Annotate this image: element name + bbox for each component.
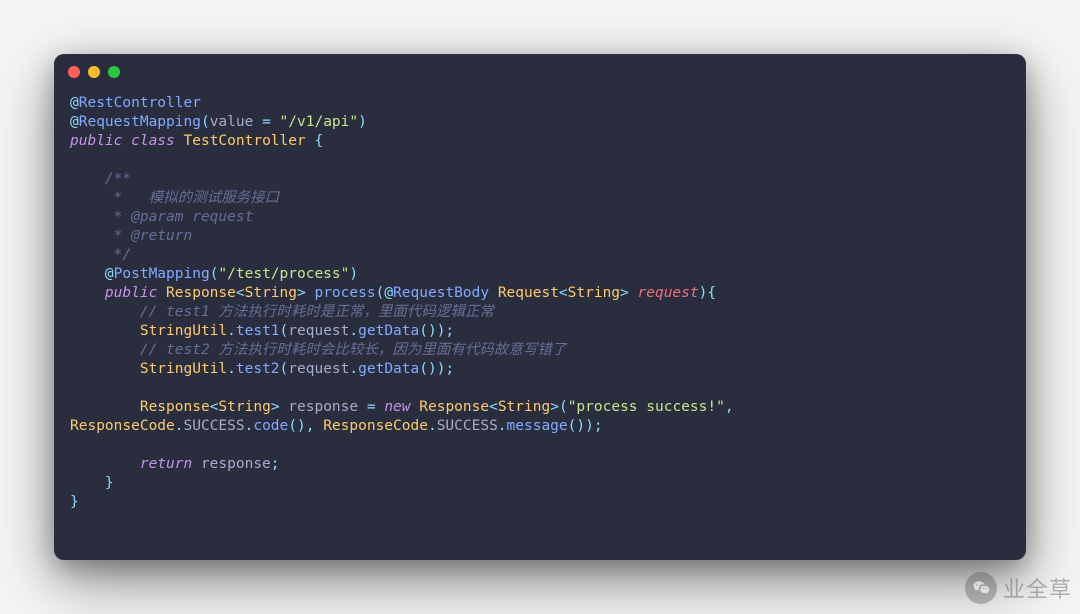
- code-token: ): [358, 114, 367, 130]
- code-token: }: [105, 475, 114, 491]
- code-token: ());: [568, 418, 603, 434]
- code-window: @RestController @RequestMapping(value = …: [54, 54, 1026, 560]
- minimize-icon[interactable]: [88, 66, 100, 78]
- code-token: new: [384, 399, 419, 415]
- code-token: /**: [105, 171, 131, 187]
- close-icon[interactable]: [68, 66, 80, 78]
- code-token: ,: [725, 399, 742, 415]
- code-token: // test1 方法执行时耗时是正常，里面代码逻辑正常: [140, 304, 494, 320]
- code-token: [271, 114, 280, 130]
- code-token: =: [262, 114, 271, 130]
- code-token: * @return: [105, 228, 192, 244]
- code-token: TestController: [184, 133, 315, 149]
- code-token: request: [638, 285, 699, 301]
- code-token: @: [384, 285, 393, 301]
- code-token: (: [280, 323, 289, 339]
- code-token: Response: [166, 285, 236, 301]
- code-token: @: [105, 266, 114, 282]
- code-token: {: [314, 133, 323, 149]
- titlebar: [54, 54, 1026, 90]
- code-token: RequestBody: [393, 285, 498, 301]
- code-block: @RestController @RequestMapping(value = …: [54, 90, 1026, 528]
- code-token: .: [428, 418, 437, 434]
- code-token: .: [175, 418, 184, 434]
- code-token: String: [498, 399, 550, 415]
- code-token: "/v1/api": [280, 114, 359, 130]
- code-token: <: [236, 285, 245, 301]
- code-token: RequestMapping: [79, 114, 201, 130]
- code-token: "process success!": [568, 399, 725, 415]
- code-token: >: [297, 285, 314, 301]
- code-token: >: [620, 285, 637, 301]
- code-token: .: [349, 361, 358, 377]
- watermark-text: 业全草: [1003, 572, 1072, 604]
- code-token: response: [288, 399, 367, 415]
- code-token: */: [105, 247, 131, 263]
- code-token: ());: [419, 323, 454, 339]
- code-token: Response: [419, 399, 489, 415]
- code-token: .: [227, 361, 236, 377]
- code-token: ());: [419, 361, 454, 377]
- code-token: public: [105, 285, 166, 301]
- code-token: SUCCESS: [184, 418, 245, 434]
- code-token: // test2 方法执行时耗时会比较长，因为里面有代码故意写错了: [140, 342, 567, 358]
- code-token: public class: [70, 133, 184, 149]
- code-token: request: [288, 361, 349, 377]
- code-token: String: [568, 285, 620, 301]
- code-token: request: [288, 323, 349, 339]
- code-token: ResponseCode: [70, 418, 175, 434]
- code-token: }: [70, 494, 79, 510]
- code-token: StringUtil: [140, 361, 227, 377]
- code-token: "/test/process": [218, 266, 349, 282]
- code-token: .: [349, 323, 358, 339]
- code-token: getData: [358, 361, 419, 377]
- code-token: ;: [271, 456, 280, 472]
- code-token: =: [367, 399, 376, 415]
- code-token: SUCCESS: [437, 418, 498, 434]
- code-token: * @param request: [105, 209, 253, 225]
- code-token: (),: [288, 418, 323, 434]
- code-token: (: [280, 361, 289, 377]
- code-token: process: [314, 285, 375, 301]
- code-token: String: [218, 399, 270, 415]
- code-token: ): [349, 266, 358, 282]
- code-token: (: [376, 285, 385, 301]
- code-token: value: [210, 114, 262, 130]
- code-token: * 模拟的测试服务接口: [105, 190, 279, 206]
- code-token: response: [201, 456, 271, 472]
- code-token: test2: [236, 361, 280, 377]
- code-token: Response: [140, 399, 210, 415]
- code-token: ){: [699, 285, 716, 301]
- code-token: PostMapping: [114, 266, 210, 282]
- code-token: test1: [236, 323, 280, 339]
- code-token: (: [201, 114, 210, 130]
- wechat-icon: [965, 572, 997, 604]
- code-token: return: [140, 456, 201, 472]
- code-token: Request: [498, 285, 559, 301]
- code-token: String: [245, 285, 297, 301]
- code-token: <: [559, 285, 568, 301]
- code-token: <: [489, 399, 498, 415]
- watermark: 业全草: [965, 572, 1072, 604]
- zoom-icon[interactable]: [108, 66, 120, 78]
- stage: @RestController @RequestMapping(value = …: [0, 0, 1080, 614]
- code-token: StringUtil: [140, 323, 227, 339]
- code-token: code: [253, 418, 288, 434]
- code-token: .: [227, 323, 236, 339]
- code-token: message: [507, 418, 568, 434]
- code-token: getData: [358, 323, 419, 339]
- code-token: ResponseCode: [323, 418, 428, 434]
- code-token: @: [70, 95, 79, 111]
- code-token: RestController: [79, 95, 201, 111]
- code-token: >: [271, 399, 288, 415]
- code-token: .: [498, 418, 507, 434]
- code-token: >(: [550, 399, 567, 415]
- code-token: @: [70, 114, 79, 130]
